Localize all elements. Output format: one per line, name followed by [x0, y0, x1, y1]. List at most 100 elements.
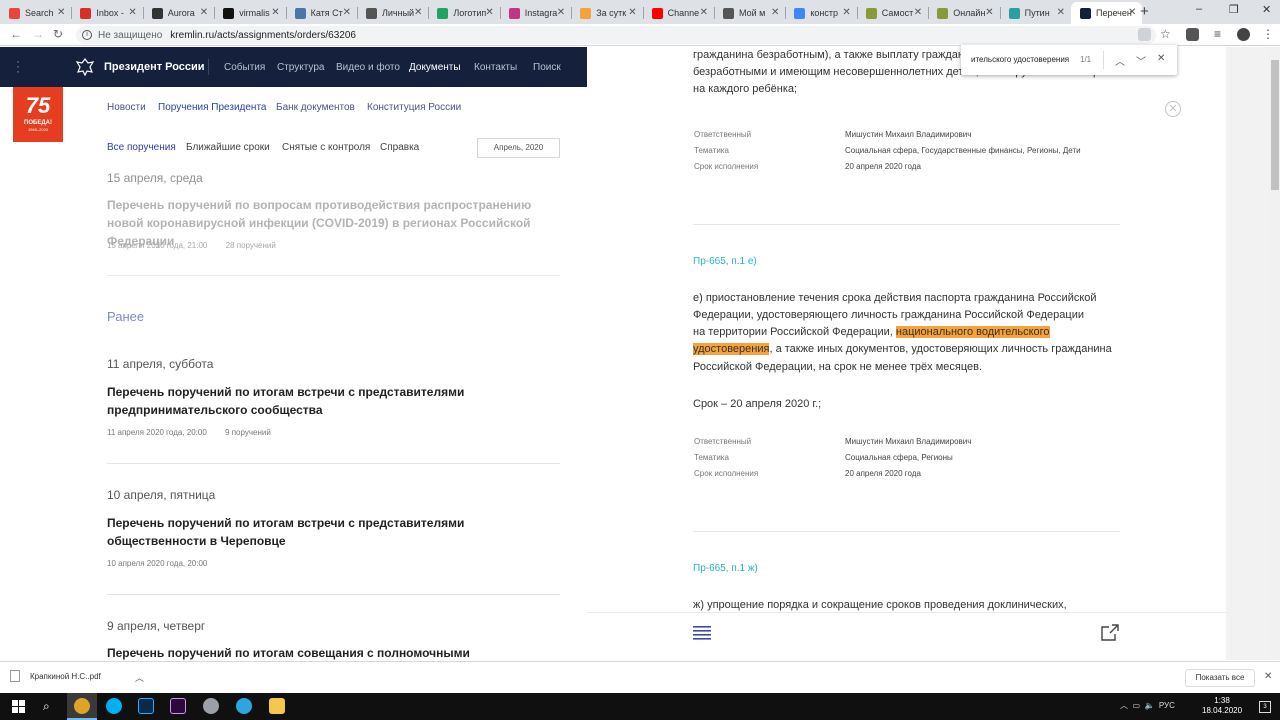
app-icon[interactable]	[203, 698, 219, 714]
reader-mode-icon[interactable]	[1138, 28, 1151, 41]
scrollbar-thumb[interactable]	[1271, 60, 1279, 190]
tab-close-icon[interactable]: ✕	[485, 7, 493, 18]
volume-icon[interactable]: 🔈	[1144, 701, 1154, 710]
profile-avatar[interactable]	[1237, 28, 1250, 41]
entry-day: 15 апреля, среда	[107, 171, 203, 185]
tab-close-icon[interactable]: ✕	[200, 7, 208, 18]
entry-title-link[interactable]: Перечень поручений по итогам встречи с п…	[107, 514, 517, 550]
reload-icon[interactable]: ↻	[53, 27, 63, 41]
filter-all[interactable]: Все поручения	[107, 142, 176, 153]
tab-close-icon[interactable]: ✕	[343, 7, 351, 18]
tab-close-icon[interactable]: ✕	[628, 7, 636, 18]
nav-documents[interactable]: Документы	[409, 62, 461, 73]
site-name[interactable]: Президент России	[104, 61, 205, 73]
victory-75-badge[interactable]: 75 ПОБЕДА! 1945–2020	[13, 87, 63, 142]
entry-title-link[interactable]: Перечень поручений по итогам встречи с п…	[107, 383, 557, 419]
info-icon[interactable]: i	[82, 30, 92, 40]
browser-tab[interactable]: Логотип ✕	[428, 2, 499, 24]
browser-tab[interactable]: Онлайн ✕	[928, 2, 999, 24]
browser-tab[interactable]: virmalis ✕	[214, 2, 285, 24]
nav-video-photo[interactable]: Видео и фото	[336, 62, 400, 73]
share-icon[interactable]	[1101, 624, 1119, 641]
browser-tab[interactable]: Channe ✕	[643, 2, 714, 24]
browser-tab[interactable]: Путин ✕	[1000, 2, 1071, 24]
window-restore-button[interactable]: ❐	[1229, 3, 1239, 16]
find-close-icon[interactable]: ✕	[1157, 53, 1165, 64]
tray-expand-icon[interactable]: ︿	[1120, 701, 1128, 710]
tab-close-icon[interactable]: ✕	[700, 7, 708, 18]
find-next-icon[interactable]: ﹀	[1136, 53, 1146, 68]
file-explorer-icon[interactable]	[269, 698, 285, 714]
photoshop-icon[interactable]	[138, 698, 154, 714]
security-status: Не защищено	[98, 29, 163, 41]
notification-center-icon[interactable]: 3	[1259, 701, 1271, 713]
close-download-bar-icon[interactable]: ✕	[1264, 671, 1272, 682]
browser-tab[interactable]: Instagra ✕	[500, 2, 571, 24]
text-list-icon[interactable]	[693, 625, 711, 641]
telegram-icon[interactable]	[236, 698, 252, 714]
playlist-icon[interactable]: ≡	[1214, 27, 1221, 41]
find-prev-icon[interactable]: ︿	[1115, 53, 1125, 68]
show-all-downloads-button[interactable]: Показать все	[1185, 669, 1255, 687]
tab-close-icon[interactable]: ✕	[414, 7, 422, 18]
forward-icon[interactable]: →	[32, 27, 44, 41]
chrome-icon[interactable]	[74, 698, 90, 714]
subnav-document-bank[interactable]: Банк документов	[276, 102, 355, 113]
new-tab-button[interactable]: +	[1140, 3, 1149, 20]
search-icon[interactable]: ⌕	[43, 699, 50, 714]
tab-favicon-icon	[508, 7, 520, 19]
chevron-up-icon[interactable]: ︿	[135, 671, 144, 684]
window-close-button[interactable]: ✕	[1262, 3, 1271, 16]
subnav-president-assignments[interactable]: Поручения Президента	[158, 102, 266, 113]
browser-tab[interactable]: За сутк ✕	[571, 2, 642, 24]
address-bar[interactable]: i Не защищено kremlin.ru/acts/assignment…	[76, 26, 1156, 44]
tab-close-icon[interactable]: ✕	[914, 7, 922, 18]
browser-tab[interactable]: констр ✕	[785, 2, 856, 24]
download-item[interactable]: Крапкиной Н.С..pdf	[10, 670, 101, 682]
tab-close-icon[interactable]: ✕	[842, 7, 850, 18]
find-input[interactable]	[971, 55, 1075, 64]
tab-close-icon[interactable]: ✕	[57, 7, 65, 18]
entry-title-link[interactable]: Перечень поручений по итогам совещания с…	[107, 644, 557, 660]
nav-structure[interactable]: Структура	[277, 62, 324, 73]
bookmark-star-icon[interactable]: ☆	[1160, 27, 1171, 41]
browser-tab[interactable]: Aurora ✕	[143, 2, 214, 24]
extension-icon[interactable]	[1186, 28, 1199, 41]
browser-tab[interactable]: Самост ✕	[857, 2, 928, 24]
browser-tab[interactable]: Катя Ст ✕	[286, 2, 357, 24]
tab-close-icon[interactable]: ✕	[271, 7, 279, 18]
skype-icon[interactable]	[106, 698, 122, 714]
filter-reference[interactable]: Справка	[380, 142, 419, 153]
menu-dots-icon[interactable]: · · ·	[16, 55, 20, 77]
windows-start-icon[interactable]	[12, 700, 25, 713]
tab-close-icon[interactable]: ✕	[128, 7, 136, 18]
premiere-icon[interactable]	[170, 698, 186, 714]
window-minimize-button[interactable]: –	[1196, 3, 1202, 15]
back-icon[interactable]: ←	[10, 27, 22, 41]
tab-close-icon[interactable]: ✕	[985, 7, 993, 18]
tab-close-icon[interactable]: ✕	[1057, 7, 1065, 18]
language-indicator[interactable]: РУС	[1159, 701, 1175, 710]
network-icon[interactable]: ▭	[1132, 701, 1140, 710]
close-panel-icon[interactable]: ✕	[1165, 101, 1181, 117]
tab-favicon-icon	[865, 7, 877, 19]
browser-menu-icon[interactable]: ⋮	[1262, 27, 1274, 41]
tab-close-icon[interactable]: ✕	[771, 7, 779, 18]
tab-close-icon[interactable]: ✕	[1128, 7, 1136, 18]
nav-contacts[interactable]: Контакты	[474, 62, 517, 73]
modal-backdrop[interactable]	[1226, 47, 1270, 660]
browser-tab[interactable]: Search ✕	[0, 2, 71, 24]
subnav-constitution[interactable]: Конституция России	[367, 102, 461, 113]
filter-upcoming[interactable]: Ближайшие сроки	[186, 142, 270, 153]
browser-tab[interactable]: Личный ✕	[357, 2, 428, 24]
subnav-news[interactable]: Новости	[107, 102, 146, 113]
date-filter-select[interactable]: Апрель, 2020	[477, 138, 560, 158]
browser-tab[interactable]: Перечен ✕	[1071, 2, 1143, 24]
browser-tab[interactable]: Мой м ✕	[714, 2, 785, 24]
browser-tab[interactable]: Inbox - ✕	[71, 2, 142, 24]
nav-events[interactable]: События	[224, 62, 265, 73]
taskbar-clock[interactable]: 1:38 18.04.2020	[1202, 696, 1242, 716]
nav-search[interactable]: Поиск	[533, 62, 561, 73]
tab-close-icon[interactable]: ✕	[557, 7, 565, 18]
filter-removed[interactable]: Снятые с контроля	[282, 142, 370, 153]
